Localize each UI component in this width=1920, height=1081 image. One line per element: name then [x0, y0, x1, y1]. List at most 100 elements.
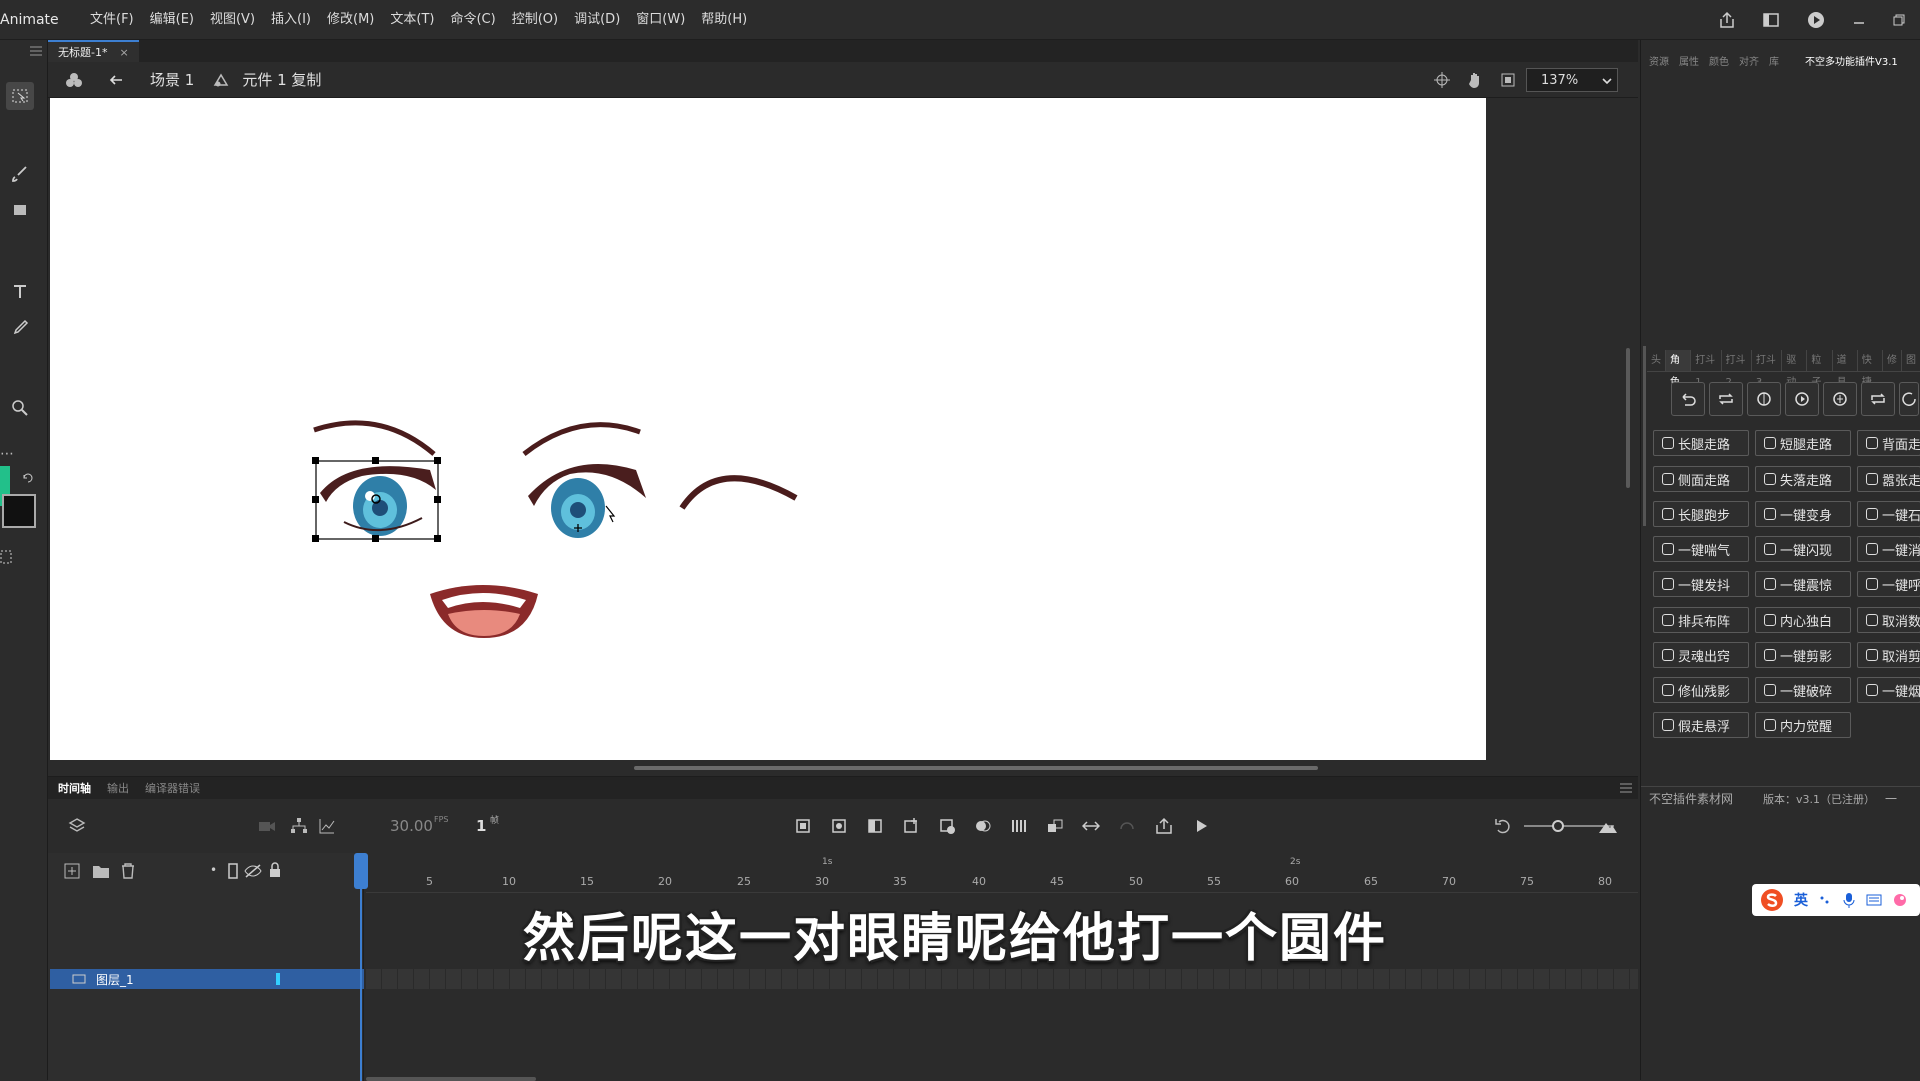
menu-debug[interactable]: 调试(D): [566, 0, 628, 40]
clip-content-icon[interactable]: [1500, 72, 1516, 88]
tab-color[interactable]: 颜色: [1709, 53, 1729, 68]
more-tools-icon[interactable]: ⋯: [0, 446, 14, 462]
cat-tab-shortcuts[interactable]: 快捷: [1858, 350, 1883, 388]
plugin-button[interactable]: 侧面走路: [1653, 466, 1749, 492]
new-layer-icon[interactable]: [64, 863, 80, 879]
parenting-icon[interactable]: [290, 817, 308, 835]
export-icon[interactable]: [1154, 817, 1174, 835]
plugin-button[interactable]: 一键消: [1857, 536, 1920, 562]
plugin-button[interactable]: 假走悬浮: [1653, 712, 1749, 738]
cat-tab-props[interactable]: 道具: [1833, 350, 1858, 388]
keyframe-icon[interactable]: [830, 817, 848, 835]
mountain-zoom-icon[interactable]: [1598, 817, 1618, 835]
plugin-button[interactable]: 长腿跑步: [1653, 501, 1749, 527]
tab-assets[interactable]: 资源: [1649, 53, 1669, 68]
stop-icon[interactable]: [794, 817, 812, 835]
stage-vertical-scrollbar[interactable]: [1626, 348, 1630, 488]
zoom-select[interactable]: 137%: [1526, 68, 1618, 92]
lock-icon[interactable]: [268, 862, 282, 878]
panel-menu-icon[interactable]: [30, 46, 42, 56]
repeat-action-button[interactable]: [1861, 382, 1895, 416]
fps-value[interactable]: 30.00: [390, 817, 433, 835]
rectangle-tool[interactable]: [6, 196, 34, 224]
plugin-button[interactable]: 修仙残影: [1653, 677, 1749, 703]
plugin-button[interactable]: 取消数: [1857, 607, 1920, 633]
onion-skin-icon[interactable]: [974, 817, 992, 835]
cat-tab-fight1[interactable]: 打斗1: [1691, 350, 1722, 388]
plugin-button[interactable]: 长腿走路: [1653, 430, 1749, 456]
tab-plugin[interactable]: 不空多功能插件V3.1: [1805, 53, 1898, 68]
close-tab-icon[interactable]: ×: [119, 42, 128, 62]
menu-insert[interactable]: 插入(I): [263, 0, 319, 40]
menu-edit[interactable]: 编辑(E): [142, 0, 202, 40]
cat-tab-fight2[interactable]: 打斗2: [1722, 350, 1752, 388]
remove-frame-icon[interactable]: [938, 817, 956, 835]
zoom-tool[interactable]: [6, 394, 34, 422]
graph-icon[interactable]: [318, 817, 336, 835]
scene-symbols-icon[interactable]: [64, 70, 84, 90]
plugin-button[interactable]: 一键呼: [1857, 571, 1920, 597]
hand-tool-icon[interactable]: [1466, 71, 1484, 89]
cat-tab-head[interactable]: 头: [1647, 350, 1666, 371]
undo-icon[interactable]: [1494, 817, 1512, 835]
menu-view[interactable]: 视图(V): [202, 0, 263, 40]
timeline-zoom-handle[interactable]: [1552, 820, 1564, 832]
free-transform-icon[interactable]: [0, 548, 14, 566]
document-tab[interactable]: 无标题-1* ×: [48, 40, 139, 62]
loop-action-button[interactable]: [1709, 382, 1743, 416]
highlight-dot-icon[interactable]: •: [210, 863, 217, 877]
eyedropper-tool[interactable]: [6, 314, 34, 342]
camera-icon[interactable]: [258, 819, 276, 833]
swap-frames-icon[interactable]: [1046, 817, 1064, 835]
plugin-button[interactable]: 取消剪: [1857, 642, 1920, 668]
plugin-button[interactable]: 嚣张走: [1857, 466, 1920, 492]
text-tool[interactable]: [6, 278, 34, 306]
mirror-action-button[interactable]: [1823, 382, 1857, 416]
menu-text[interactable]: 文本(T): [382, 0, 442, 40]
footer-site-link[interactable]: 不空插件素材网: [1649, 790, 1733, 807]
panel-layout-icon[interactable]: [1762, 11, 1780, 29]
plugin-button[interactable]: 一键石: [1857, 501, 1920, 527]
menu-commands[interactable]: 命令(C): [442, 0, 503, 40]
stroke-color-swatch[interactable]: [2, 494, 36, 528]
plugin-button[interactable]: 排兵布阵: [1653, 607, 1749, 633]
plugin-button[interactable]: 一键剪影: [1755, 642, 1851, 668]
play-icon[interactable]: [1192, 817, 1210, 835]
delete-layer-icon[interactable]: [120, 863, 136, 879]
new-folder-icon[interactable]: [92, 863, 110, 879]
tab-library[interactable]: 库: [1769, 53, 1779, 68]
plugin-button[interactable]: 一键破碎: [1755, 677, 1851, 703]
loop-icon[interactable]: [1082, 817, 1100, 835]
plugin-button[interactable]: 短腿走路: [1755, 430, 1851, 456]
play-action-button[interactable]: [1785, 382, 1819, 416]
cat-tab-particle[interactable]: 粒子: [1807, 350, 1833, 388]
cat-tab-image[interactable]: 图: [1902, 350, 1920, 371]
breadcrumb-scene[interactable]: 场景 1: [150, 69, 194, 90]
plugin-button[interactable]: 失落走路: [1755, 466, 1851, 492]
layer-frames-row[interactable]: [366, 969, 1638, 989]
cat-tab-fix[interactable]: 修: [1883, 350, 1902, 371]
selection-tool[interactable]: [6, 82, 34, 110]
plugin-button[interactable]: 一键发抖: [1653, 571, 1749, 597]
menu-control[interactable]: 控制(O): [504, 0, 566, 40]
plugin-button[interactable]: 灵魂出窍: [1653, 642, 1749, 668]
tab-align[interactable]: 对齐: [1739, 53, 1759, 68]
edit-multiple-frames-icon[interactable]: [1010, 817, 1028, 835]
undo-action-button[interactable]: [1671, 382, 1705, 416]
layers-icon[interactable]: [68, 817, 86, 835]
refresh-action-button[interactable]: [1899, 382, 1919, 416]
tab-compiler-errors[interactable]: 编译器错误: [145, 780, 200, 796]
center-stage-icon[interactable]: [1434, 72, 1450, 88]
stage-horizontal-scrollbar[interactable]: [634, 766, 1318, 770]
timeline-ruler[interactable]: 1s 2s 5 10 15 20 25 30 35 40 45 50 55 60…: [366, 853, 1638, 893]
test-movie-icon[interactable]: [1806, 10, 1826, 30]
plugin-scrollbar[interactable]: [1643, 346, 1646, 526]
menu-file[interactable]: 文件(F): [82, 0, 142, 40]
plugin-button[interactable]: 一键震惊: [1755, 571, 1851, 597]
current-frame[interactable]: 1: [476, 817, 486, 835]
plugin-button[interactable]: 内心独白: [1755, 607, 1851, 633]
menu-help[interactable]: 帮助(H): [693, 0, 755, 40]
timeline-horizontal-scrollbar[interactable]: [366, 1077, 536, 1081]
eye-hidden-icon[interactable]: [244, 863, 262, 879]
plugin-button[interactable]: 内力觉醒: [1755, 712, 1851, 738]
